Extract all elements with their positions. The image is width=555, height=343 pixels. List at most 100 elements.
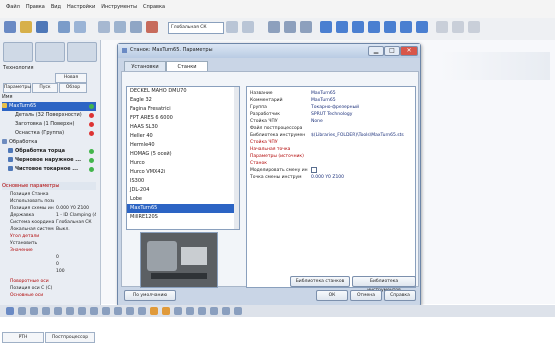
param-row[interactable]: Использовать позицию bbox=[2, 198, 96, 205]
tool-chain-icon[interactable] bbox=[35, 42, 65, 62]
tree-item-machining[interactable]: Обработка bbox=[2, 138, 96, 147]
param-row[interactable]: Локальная система коорд.Выкл. bbox=[2, 226, 96, 233]
tool-select-icon[interactable] bbox=[3, 42, 33, 62]
machine-list-item[interactable]: MillRE120S bbox=[127, 213, 235, 222]
front-view-icon[interactable] bbox=[284, 21, 296, 33]
machine-list-item[interactable]: Hermle40 bbox=[127, 141, 235, 150]
machine-list-scrollbar[interactable] bbox=[234, 87, 239, 229]
tool-icon[interactable] bbox=[114, 307, 122, 315]
menu-view[interactable]: Вид bbox=[51, 4, 61, 10]
pan-icon[interactable] bbox=[114, 21, 126, 33]
property-row[interactable]: Точка смены инструм 0.000 Y0 Z100 bbox=[247, 174, 415, 181]
bottom-view-icon[interactable] bbox=[416, 21, 428, 33]
menu-help[interactable]: Справка bbox=[143, 4, 165, 10]
ok-button[interactable]: ОК bbox=[316, 290, 348, 301]
machine-list-item[interactable]: JDL-204 bbox=[127, 186, 235, 195]
tool-icon[interactable] bbox=[6, 307, 14, 315]
tool-library-button[interactable]: Библиотека инструментов bbox=[352, 276, 416, 293]
param-row[interactable]: Позиция схемы инструм.0.000 Y0 Z100 bbox=[2, 205, 96, 212]
coordinate-system-select[interactable]: Глобальная СК bbox=[168, 22, 224, 34]
tool-icon[interactable] bbox=[222, 307, 230, 315]
default-button[interactable]: По умолчанию bbox=[124, 290, 176, 301]
tool-icon[interactable] bbox=[78, 307, 86, 315]
shaded-view-icon[interactable] bbox=[320, 21, 332, 33]
param-row[interactable]: 100 bbox=[2, 268, 96, 275]
machine-list-item[interactable]: Hurco VMX42i bbox=[127, 168, 235, 177]
axis-icon[interactable] bbox=[268, 21, 280, 33]
param-row[interactable]: Позиция Станка bbox=[2, 191, 96, 198]
new-icon[interactable] bbox=[4, 21, 16, 33]
open-icon[interactable] bbox=[20, 21, 32, 33]
property-row[interactable]: Группа Токарно-фрезерный bbox=[247, 104, 415, 111]
machine-list-item[interactable]: FPT ARES 6 6000 bbox=[127, 114, 235, 123]
edges-icon[interactable] bbox=[368, 21, 380, 33]
view-cube-area[interactable] bbox=[440, 52, 550, 80]
property-row[interactable]: Название MaxTurn65 bbox=[247, 90, 415, 97]
tree-item-machine[interactable]: MaxTurn65 bbox=[2, 102, 96, 111]
property-row[interactable]: Комментарий MaxTurn65 bbox=[247, 97, 415, 104]
property-row[interactable]: Моделировать смену ин bbox=[247, 167, 415, 174]
machine-list-item-selected[interactable]: MaxTurn65 bbox=[127, 204, 235, 213]
property-group[interactable]: Стойка ЧПУ bbox=[247, 139, 415, 146]
param-row[interactable]: Установить bbox=[2, 240, 96, 247]
cancel-button[interactable]: Отмена bbox=[350, 290, 382, 301]
machine-list-item[interactable]: Fagina Fresatrici bbox=[127, 105, 235, 114]
param-row[interactable]: Система координат заг.Глобальная СК bbox=[2, 219, 96, 226]
machine-list-item[interactable]: Heller 40 bbox=[127, 132, 235, 141]
tree-item-fixture[interactable]: Оснастка (Группа) bbox=[2, 129, 96, 138]
property-group[interactable]: Начальная точка bbox=[247, 146, 415, 153]
param-row[interactable]: Основные оси bbox=[2, 292, 96, 299]
tool-icon[interactable] bbox=[138, 307, 146, 315]
tree-item-operation[interactable]: Чистовое токарное ... bbox=[2, 165, 96, 174]
tool-icon[interactable] bbox=[66, 307, 74, 315]
zoom-icon[interactable] bbox=[74, 21, 86, 33]
tool-icon[interactable] bbox=[90, 307, 98, 315]
param-row[interactable]: Значение bbox=[2, 247, 96, 254]
tool-icon[interactable] bbox=[42, 307, 50, 315]
checkbox-icon[interactable] bbox=[311, 167, 317, 173]
params-button[interactable]: Параметры bbox=[3, 83, 31, 93]
tree-item-part[interactable]: Деталь (32 Поверхности) bbox=[2, 111, 96, 120]
machine-list-item[interactable]: DECKEL MAHO DMU70 bbox=[127, 87, 235, 96]
tool-icon[interactable] bbox=[30, 307, 38, 315]
print-icon[interactable] bbox=[58, 21, 70, 33]
tool-icon[interactable] bbox=[126, 307, 134, 315]
tool-icon[interactable] bbox=[162, 307, 170, 315]
param-row[interactable]: Позиция оси C (C) bbox=[2, 285, 96, 292]
tool-icon[interactable] bbox=[102, 307, 110, 315]
wireframe-icon[interactable] bbox=[336, 21, 348, 33]
run-button[interactable]: Пуск bbox=[32, 83, 58, 93]
property-group[interactable]: Параметры (источник) bbox=[247, 153, 415, 160]
close-icon[interactable]: ✕ bbox=[400, 46, 418, 56]
param-row[interactable]: 0 bbox=[2, 261, 96, 268]
top-view-icon[interactable] bbox=[400, 21, 412, 33]
layer-icon[interactable] bbox=[226, 21, 238, 33]
menu-file[interactable]: Файл bbox=[6, 4, 20, 10]
tool-icon[interactable] bbox=[198, 307, 206, 315]
rotate-icon[interactable] bbox=[98, 21, 110, 33]
machine-list-item[interactable]: Hurco bbox=[127, 159, 235, 168]
param-row[interactable]: Угол детали bbox=[2, 233, 96, 240]
param-row[interactable]: Державка 1 - ID Clamping (4) bbox=[2, 212, 96, 219]
tool-icon[interactable] bbox=[234, 307, 242, 315]
machine-library-button[interactable]: Библиотека станков bbox=[290, 276, 350, 287]
cut-icon[interactable] bbox=[146, 21, 158, 33]
machine-list-item[interactable]: IS300 bbox=[127, 177, 235, 186]
machine-list-item[interactable]: HAAS SL30 bbox=[127, 123, 235, 132]
tool-icon[interactable] bbox=[54, 307, 62, 315]
machine-list-item[interactable]: Eagle 32 bbox=[127, 96, 235, 105]
measure-icon[interactable] bbox=[436, 21, 448, 33]
save-icon[interactable] bbox=[36, 21, 48, 33]
grid-icon[interactable] bbox=[468, 21, 480, 33]
tool-icon[interactable] bbox=[150, 307, 158, 315]
new-button[interactable]: Новая bbox=[55, 73, 87, 83]
param-row[interactable]: 0 bbox=[2, 254, 96, 261]
tool-machine-icon[interactable] bbox=[67, 42, 97, 62]
property-row[interactable]: Стойка ЧПУ None bbox=[247, 118, 415, 125]
tool-icon[interactable] bbox=[18, 307, 26, 315]
menu-settings[interactable]: Настройки bbox=[67, 4, 95, 10]
hidden-lines-icon[interactable] bbox=[352, 21, 364, 33]
help-button[interactable]: Справка bbox=[384, 290, 416, 301]
iso-view-icon[interactable] bbox=[384, 21, 396, 33]
property-row[interactable]: Файл постпроцессора bbox=[247, 125, 415, 132]
